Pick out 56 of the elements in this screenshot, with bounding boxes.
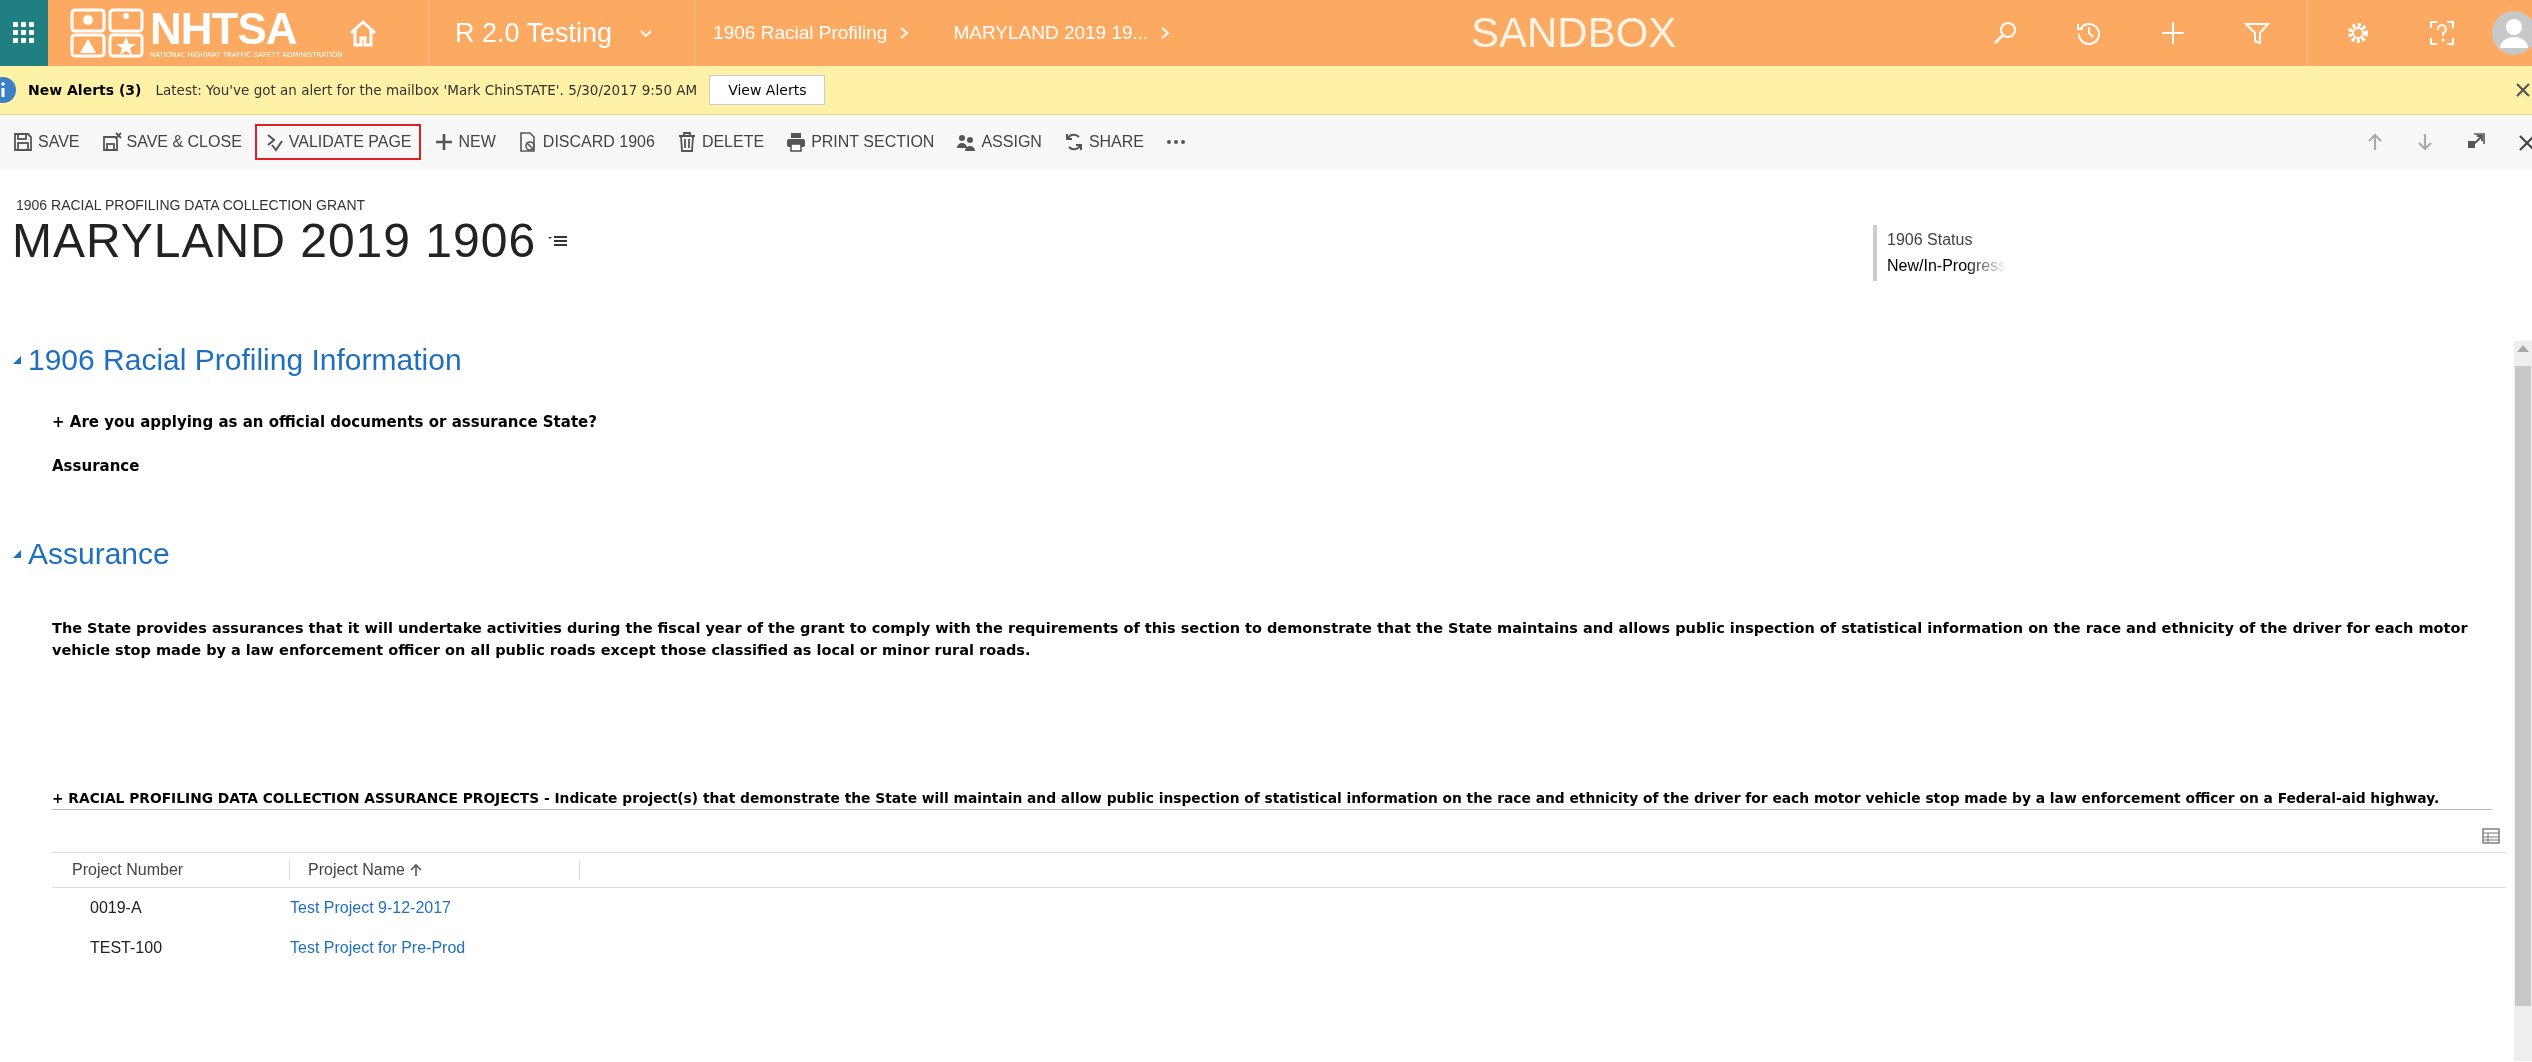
logo-text: NHTSA xyxy=(150,6,297,51)
table-icon[interactable] xyxy=(2482,828,2500,844)
assurance-text: The State provides assurances that it will undertake activities during the fiscal year of the grant to comply with the requirements of this section to demonstrate that the State maintains and allows public inspection of statistical information on the race and ethnicity of the driver for each motor vehicle stop made by a law enforcement officer on all public roads except those classified as local or minor rural roads. xyxy=(52,619,2469,660)
grid-icon xyxy=(13,22,35,44)
document-icon xyxy=(517,132,538,152)
command-button[interactable]: PRINT SECTION xyxy=(777,124,944,160)
subgrid-heading: + RACIAL PROFILING DATA COLLECTION ASSURANCE PROJECTS - Indicate project(s) that demonstrate the State will maintain and allow public inspection of statistical information on the race and ethnicity of the driver for each motor vehicle stop made by a law enforcement officer on a Federal-aid highway. xyxy=(52,789,2492,810)
save-close-icon xyxy=(101,132,122,152)
form-selector-icon[interactable] xyxy=(548,233,569,248)
command-button[interactable]: SAVE & CLOSE xyxy=(92,124,251,160)
trash-icon xyxy=(676,132,697,152)
help-icon[interactable] xyxy=(2428,19,2456,47)
field-value: Assurance xyxy=(52,457,141,475)
section-title: 1906 Racial Profiling Information xyxy=(28,343,462,377)
column-header[interactable]: Project Number xyxy=(52,860,290,880)
close-icon[interactable] xyxy=(2518,133,2532,151)
avatar-icon[interactable] xyxy=(2492,10,2532,56)
command-button[interactable]: DELETE xyxy=(667,124,774,160)
plus-icon xyxy=(433,132,454,152)
command-button[interactable]: VALIDATE PAGE xyxy=(254,124,421,160)
section-title: Assurance xyxy=(28,537,170,571)
info-icon xyxy=(0,75,18,105)
emblem-icon xyxy=(70,8,144,58)
arrow-up-icon[interactable] xyxy=(2366,132,2384,152)
sort-arrow-icon xyxy=(409,863,422,877)
plus-icon[interactable] xyxy=(2159,19,2187,47)
alert-title: New Alerts (3) xyxy=(28,82,142,98)
collapse-icon[interactable] xyxy=(12,355,22,365)
record-type: 1906 RACIAL PROFILING DATA COLLECTION GRANT xyxy=(15,197,367,213)
table-cell: 0019-A xyxy=(90,899,142,916)
command-button[interactable]: NEW xyxy=(424,124,505,160)
command-button[interactable]: SHARE xyxy=(1054,124,1153,160)
view-alerts-button[interactable]: View Alerts xyxy=(709,75,826,105)
collapse-icon[interactable] xyxy=(12,549,22,559)
printer-icon xyxy=(786,132,807,152)
app-launcher-button[interactable] xyxy=(0,0,48,66)
status-label: 1906 Status xyxy=(1887,231,1974,249)
alert-message: Latest: You've got an alert for the mailbox 'Mark ChinSTATE'. 5/30/2017 9:50 AM xyxy=(155,82,698,98)
close-icon[interactable] xyxy=(2514,81,2532,99)
project-link[interactable]: Test Project 9-12-2017 xyxy=(290,899,451,916)
arrow-down-icon[interactable] xyxy=(2416,132,2434,152)
project-link[interactable]: Test Project for Pre-Prod xyxy=(290,939,466,956)
command-button[interactable]: SAVE xyxy=(4,124,89,160)
ellipsis-icon xyxy=(1166,139,1186,145)
table-cell: TEST-100 xyxy=(90,939,163,956)
field-label: + Are you applying as an official documents or assurance State? xyxy=(52,413,598,431)
save-icon xyxy=(13,132,33,152)
record-title: MARYLAND 2019 1906 xyxy=(12,213,537,268)
home-icon[interactable] xyxy=(348,19,379,47)
people-icon xyxy=(956,132,977,152)
command-button[interactable]: ASSIGN xyxy=(947,124,1051,160)
share-icon xyxy=(1063,132,1084,152)
scrollbar[interactable] xyxy=(2514,341,2532,1061)
environment-label: SANDBOX xyxy=(1471,9,1677,57)
column-header[interactable]: Project Name xyxy=(290,860,580,880)
command-button[interactable]: DISCARD 1906 xyxy=(508,124,664,160)
